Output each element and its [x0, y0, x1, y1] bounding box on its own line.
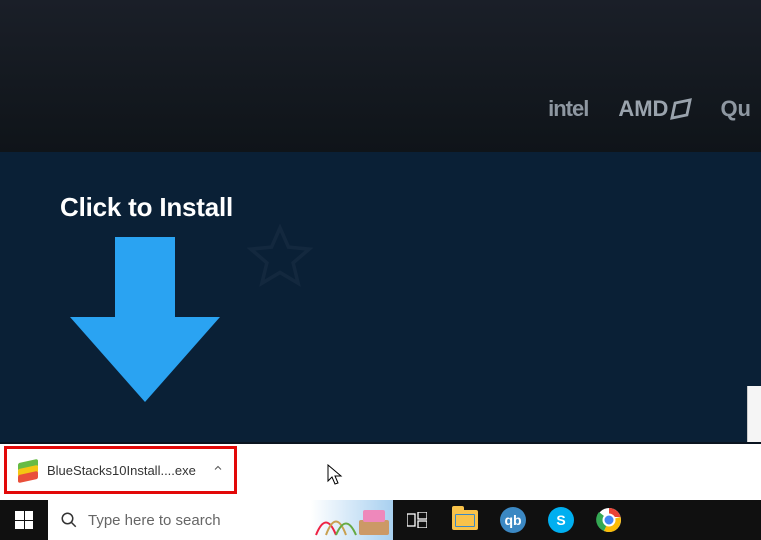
amd-text: AMD: [618, 96, 668, 122]
windows-logo-icon: [15, 511, 33, 529]
amd-logo: AMD: [618, 96, 690, 122]
skype-button[interactable]: S: [537, 500, 585, 540]
chrome-icon: [596, 507, 622, 533]
mouse-cursor-icon: [327, 464, 345, 486]
file-explorer-button[interactable]: [441, 500, 489, 540]
qb-icon: qb: [500, 507, 526, 533]
partner-logos-row: intel AMD Qu: [548, 96, 761, 122]
windows-taskbar: qb S: [0, 500, 761, 540]
chrome-button[interactable]: [585, 500, 633, 540]
star-outline-icon: [245, 222, 315, 292]
side-panel-edge: [747, 386, 761, 442]
partner-q-logo: Qu: [720, 96, 751, 122]
downloaded-file-chip[interactable]: BlueStacks10Install....exe: [4, 446, 237, 494]
task-view-icon: [407, 512, 427, 528]
download-filename: BlueStacks10Install....exe: [47, 463, 204, 478]
install-panel: Click to Install: [0, 152, 761, 442]
install-heading: Click to Install: [60, 192, 701, 223]
taskbar-search[interactable]: [48, 500, 393, 540]
start-button[interactable]: [0, 500, 48, 540]
bluestacks-icon: [17, 459, 39, 481]
hero-banner: intel AMD Qu: [0, 0, 761, 152]
search-illustration: [311, 500, 393, 540]
skype-icon: S: [548, 507, 574, 533]
search-icon: [60, 511, 78, 529]
folder-icon: [452, 510, 478, 530]
amd-arrow-icon: [671, 98, 693, 120]
intel-logo: intel: [548, 96, 588, 122]
download-shelf: BlueStacks10Install....exe: [0, 444, 761, 500]
task-view-button[interactable]: [393, 500, 441, 540]
qbittorrent-button[interactable]: qb: [489, 500, 537, 540]
chevron-up-icon[interactable]: [212, 461, 224, 479]
taskbar-tray: qb S: [393, 500, 633, 540]
download-arrow-icon: [70, 237, 220, 402]
